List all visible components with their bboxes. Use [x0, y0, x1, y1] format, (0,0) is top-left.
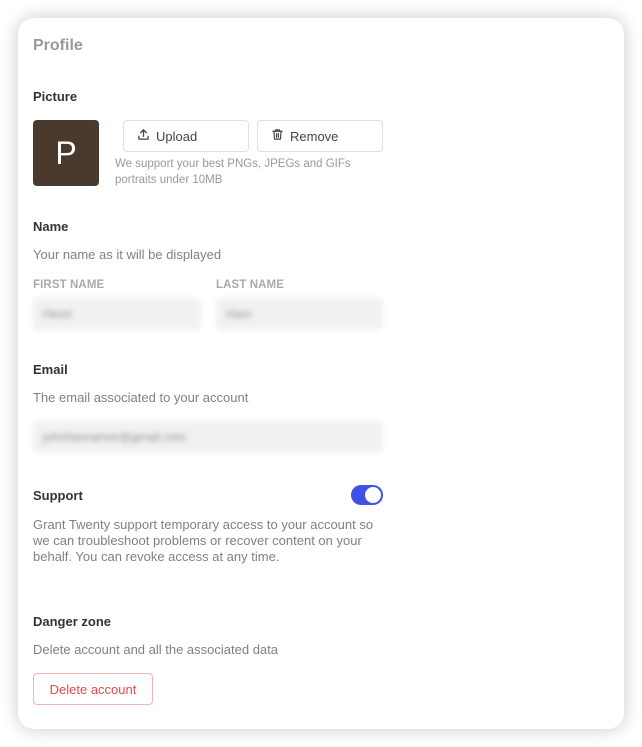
support-toggle[interactable] — [351, 485, 383, 505]
first-name-label: FIRST NAME — [33, 279, 105, 291]
remove-label: Remove — [290, 128, 339, 144]
email-section-title: Email — [33, 362, 68, 377]
last-name-label: LAST NAME — [216, 279, 284, 291]
upload-label: Upload — [156, 128, 198, 144]
first-name-input[interactable] — [33, 298, 201, 330]
last-name-input[interactable] — [216, 298, 383, 330]
picture-hint: We support your best PNGs, JPEGs and GIF… — [115, 158, 351, 186]
upload-icon — [137, 128, 156, 144]
name-section-title: Name — [33, 219, 69, 234]
profile-card: Profile Picture P Upload Remove We suppo… — [18, 18, 624, 729]
picture-section-title: Picture — [33, 89, 78, 104]
toggle-knob — [365, 487, 381, 503]
page-title: Profile — [33, 37, 83, 54]
danger-zone-description: Delete account and all the associated da… — [33, 642, 279, 657]
support-description: Grant Twenty support temporary access to… — [33, 517, 374, 564]
name-description: Your name as it will be displayed — [33, 247, 222, 262]
avatar-letter: P — [55, 134, 77, 171]
danger-zone-title: Danger zone — [33, 614, 112, 629]
trash-icon — [271, 128, 290, 144]
upload-button[interactable]: Upload — [123, 120, 249, 152]
remove-button[interactable]: Remove — [257, 120, 383, 152]
delete-account-button[interactable]: Delete account — [33, 673, 153, 705]
email-description: The email associated to your account — [33, 390, 249, 405]
email-input[interactable] — [33, 421, 383, 453]
avatar: P — [33, 120, 99, 186]
support-section-title: Support — [33, 488, 83, 503]
